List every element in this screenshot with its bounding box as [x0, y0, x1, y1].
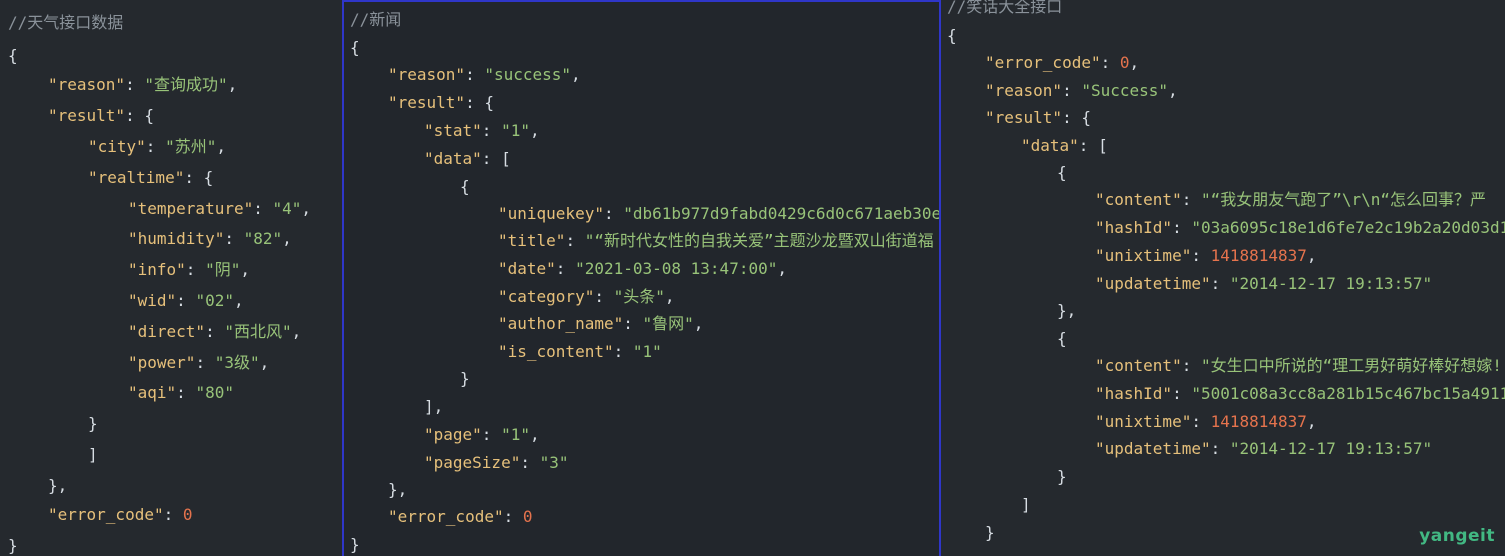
brace: {: [8, 46, 18, 65]
json-line: "page": "1",: [424, 425, 540, 444]
json-line: "error_code": 0,: [985, 53, 1140, 72]
json-line: "is_content": "1": [498, 342, 662, 361]
brace: {: [1057, 163, 1067, 182]
json-line: "uniquekey": "db61b977d9fabd0429c6d0c671…: [498, 204, 941, 223]
json-line: "error_code": 0: [48, 505, 193, 524]
json-line: "data": [: [1021, 136, 1108, 155]
brace: }: [350, 535, 360, 554]
json-line: "reason": "Success",: [985, 81, 1178, 100]
json-line: "unixtime": 1418814837,: [1095, 412, 1317, 431]
comment: //天气接口数据: [8, 13, 124, 32]
watermark-logo: yangeit: [1419, 526, 1495, 546]
json-line: "city": "苏州",: [88, 137, 226, 156]
json-line: "result": {: [388, 93, 494, 112]
json-line: "updatetime": "2014-12-17 19:13:57": [1095, 274, 1433, 293]
editor-screenshot: //天气接口数据 { "reason": "查询成功", "result": {…: [0, 0, 1505, 556]
json-line: "updatetime": "2014-12-17 19:13:57": [1095, 439, 1433, 458]
json-line: "direct": "西北风",: [128, 322, 302, 341]
news-json-panel[interactable]: //新闻 { "reason": "success", "result": { …: [342, 0, 941, 556]
json-line: "category": "头条",: [498, 287, 675, 306]
json-line: "info": "阴",: [128, 260, 250, 279]
json-line: "content": "“我女朋友气跑了”\r\n“怎么回事？严: [1095, 190, 1487, 209]
json-line: "reason": "查询成功",: [48, 75, 238, 94]
brace: },: [1057, 301, 1077, 320]
json-line: "realtime": {: [88, 168, 214, 187]
json-line: "unixtime": 1418814837,: [1095, 246, 1317, 265]
brace: }: [985, 523, 995, 542]
json-line: "temperature": "4",: [128, 199, 312, 218]
comment: //新闻: [350, 10, 402, 29]
json-line: "power": "3级",: [128, 353, 270, 372]
bracket: ],: [424, 397, 444, 416]
json-line: "aqi": "80": [128, 383, 234, 402]
json-line: "pageSize": "3": [424, 453, 569, 472]
comment: //笑话大全接口: [947, 0, 1063, 16]
json-line: "result": {: [985, 108, 1091, 127]
json-line: "data": [: [424, 149, 511, 168]
json-line: "result": {: [48, 106, 154, 125]
brace: {: [947, 26, 957, 45]
brace: }: [1057, 467, 1067, 486]
weather-json-panel[interactable]: //天气接口数据 { "reason": "查询成功", "result": {…: [0, 0, 342, 556]
brace: }: [8, 536, 18, 555]
json-line: "date": "2021-03-08 13:47:00",: [498, 259, 787, 278]
json-line: "humidity": "82",: [128, 229, 292, 248]
brace: }: [460, 369, 470, 388]
json-line: "reason": "success",: [388, 65, 581, 84]
json-line: "content": "女生口中所说的“理工男好萌好棒好想嫁!: [1095, 356, 1502, 375]
json-line: "hashId": "03a6095c18e1d6fe7e2c19b2a20d0…: [1095, 218, 1505, 237]
brace: },: [48, 476, 68, 495]
brace: }: [88, 414, 98, 433]
json-line: "stat": "1",: [424, 121, 540, 140]
bracket: ]: [1021, 495, 1031, 514]
jokes-json-panel[interactable]: //笑话大全接口 { "error_code": 0, "reason": "S…: [941, 0, 1505, 556]
brace: {: [1057, 329, 1067, 348]
bracket: ]: [88, 445, 98, 464]
json-line: "wid": "02",: [128, 291, 244, 310]
json-line: "title": "“新时代女性的自我关爱”主题沙龙暨双山街道福: [498, 231, 934, 250]
json-line: "error_code": 0: [388, 507, 533, 526]
json-line: "hashId": "5001c08a3cc8a281b15c467bc15a4…: [1095, 384, 1505, 403]
brace: {: [350, 38, 360, 57]
json-line: "author_name": "鲁网",: [498, 314, 704, 333]
brace: {: [460, 177, 470, 196]
brace: },: [388, 480, 408, 499]
